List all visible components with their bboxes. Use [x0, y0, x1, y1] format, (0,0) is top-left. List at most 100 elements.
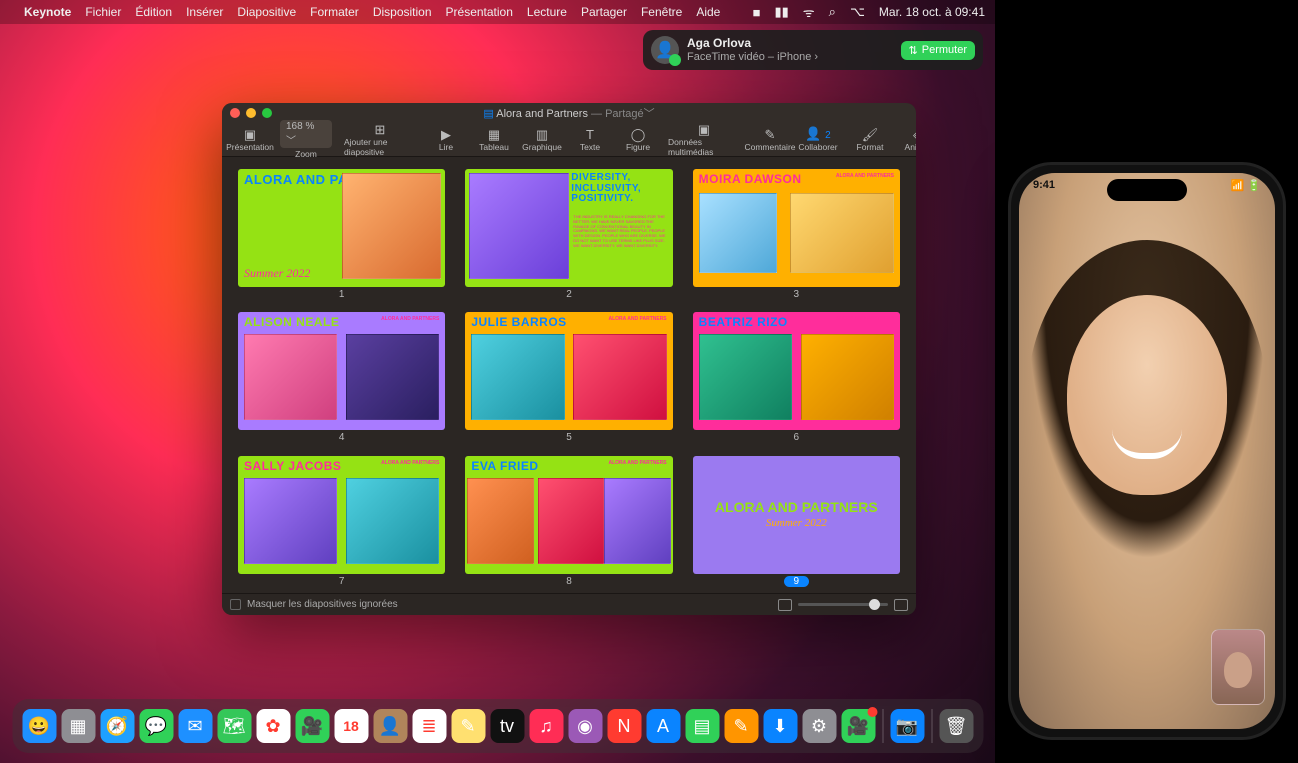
- permuter-button[interactable]: ⇅ Permuter: [901, 41, 975, 60]
- slide-tag: ALORA AND PARTNERS: [609, 316, 667, 322]
- control-center-icon[interactable]: ⌥: [850, 4, 865, 20]
- menu-fenetre[interactable]: Fenêtre: [641, 5, 682, 19]
- format-button[interactable]: 🖌 Format: [848, 125, 892, 155]
- fullscreen-button[interactable]: [262, 108, 272, 118]
- menu-aide[interactable]: Aide: [696, 5, 720, 19]
- add-slide-button[interactable]: ⊞ Ajouter une diapositive: [340, 125, 420, 155]
- spotlight-icon[interactable]: ⌕: [829, 4, 836, 20]
- dock-app-calendar[interactable]: 18: [334, 709, 368, 743]
- dock-app-mail[interactable]: ✉︎: [178, 709, 212, 743]
- menu-diapositive[interactable]: Diapositive: [237, 5, 296, 19]
- window-title: ▤ Alora and Partners — Partagé﹀: [222, 105, 916, 121]
- slide-thumb[interactable]: MOIRA DAWSON ALORA AND PARTNERS: [693, 169, 900, 287]
- traffic-lights: [230, 108, 272, 118]
- hide-skipped-checkbox[interactable]: [230, 599, 241, 610]
- dock-app-notes[interactable]: ✎: [451, 709, 485, 743]
- menu-disposition[interactable]: Disposition: [373, 5, 432, 19]
- dropdown-icon[interactable]: ﹀: [644, 108, 655, 120]
- slide-cell-7[interactable]: SALLY JACOBS ALORA AND PARTNERS 7: [238, 456, 445, 589]
- menu-edition[interactable]: Édition: [135, 5, 172, 19]
- app-menu[interactable]: Keynote: [24, 5, 71, 19]
- table-button[interactable]: ▦ Tableau: [472, 125, 516, 155]
- menu-partager[interactable]: Partager: [581, 5, 627, 19]
- dock-app-appstore[interactable]: A: [646, 709, 680, 743]
- dock-app-messages[interactable]: 💬: [139, 709, 173, 743]
- slide-thumb[interactable]: DIVERSITY, INCLUSIVITY, POSITIVITY. THE …: [465, 169, 672, 287]
- play-button[interactable]: ▶ Lire: [424, 125, 468, 155]
- slide-thumb[interactable]: BEATRIZ RIZO ALORA AND PARTNERS: [693, 312, 900, 430]
- close-button[interactable]: [230, 108, 240, 118]
- collaborate-button[interactable]: 👤 2 Collaborer: [796, 125, 840, 155]
- menubar-clock[interactable]: Mar. 18 oct. à 09:41: [879, 5, 985, 19]
- large-view-icon[interactable]: [894, 599, 908, 611]
- menu-presentation[interactable]: Présentation: [446, 5, 513, 19]
- photo-placeholder: [471, 334, 564, 420]
- grid-view-icon[interactable]: [778, 599, 792, 611]
- slide-cell-5[interactable]: JULIE BARROS ALORA AND PARTNERS 5: [465, 312, 672, 445]
- dock-app-safari[interactable]: 🧭: [100, 709, 134, 743]
- text-button[interactable]: T Texte: [568, 125, 612, 155]
- media-button[interactable]: ▣ Données multimédias: [664, 125, 744, 155]
- dock-app-reminders[interactable]: ≣: [412, 709, 446, 743]
- slide-thumb[interactable]: SALLY JACOBS ALORA AND PARTNERS: [238, 456, 445, 574]
- dock-app-podcasts[interactable]: ◉: [568, 709, 602, 743]
- slide-cell-9[interactable]: ALORA AND PARTNERS Summer 2022 9: [693, 456, 900, 589]
- facetime-pip-self-view[interactable]: [1211, 629, 1265, 705]
- slide-cell-8[interactable]: EVA FRIED ALORA AND PARTNERS 8: [465, 456, 672, 589]
- dock-app-news[interactable]: N: [607, 709, 641, 743]
- menu-formater[interactable]: Formater: [310, 5, 359, 19]
- slide-cell-1[interactable]: ALORA AND PARTNERS Summer 2022 1: [238, 169, 445, 302]
- dock-app-numbers[interactable]: ▤: [685, 709, 719, 743]
- collaborate-label: Collaborer: [798, 142, 837, 152]
- play-label: Lire: [439, 142, 453, 152]
- dock-app-finder[interactable]: 😀: [22, 709, 56, 743]
- comment-button[interactable]: ✎ Commentaire: [748, 125, 792, 155]
- dock-separator: [882, 709, 883, 743]
- camera-icon[interactable]: ■: [753, 5, 761, 20]
- dock-app-facetime2[interactable]: 🎥: [841, 709, 875, 743]
- slide-cell-4[interactable]: ALISON NEALE ALORA AND PARTNERS 4: [238, 312, 445, 445]
- dock-app-music[interactable]: ♫: [529, 709, 563, 743]
- slide-thumb[interactable]: JULIE BARROS ALORA AND PARTNERS: [465, 312, 672, 430]
- slide-cell-2[interactable]: DIVERSITY, INCLUSIVITY, POSITIVITY. THE …: [465, 169, 672, 302]
- slide-thumb[interactable]: ALISON NEALE ALORA AND PARTNERS: [238, 312, 445, 430]
- handoff-notification[interactable]: 👤 Aga Orlova FaceTime vidéo – iPhone › ⇅…: [643, 30, 983, 70]
- battery-icon[interactable]: ▮▮: [774, 4, 788, 20]
- text-label: Texte: [580, 142, 600, 152]
- dock-app-store[interactable]: ⬇︎: [763, 709, 797, 743]
- slide-subtitle: Summer 2022: [766, 517, 827, 529]
- dock-app-camera[interactable]: 📷: [890, 709, 924, 743]
- zoom-control[interactable]: 168 % ﹀ Zoom: [276, 125, 336, 155]
- zoom-value: 168 %: [286, 121, 314, 132]
- dock-app-maps[interactable]: 🗺: [217, 709, 251, 743]
- menu-fichier[interactable]: Fichier: [85, 5, 121, 19]
- wifi-icon[interactable]: ᯤ: [803, 3, 815, 21]
- slide-cell-3[interactable]: MOIRA DAWSON ALORA AND PARTNERS 3: [693, 169, 900, 302]
- slide-tag: ALORA AND PARTNERS: [836, 173, 894, 179]
- chart-button[interactable]: ▥ Graphique: [520, 125, 564, 155]
- slide-thumb[interactable]: EVA FRIED ALORA AND PARTNERS: [465, 456, 672, 574]
- dock-app-trash[interactable]: 🗑: [939, 709, 973, 743]
- animate-button[interactable]: ◈ Animer: [896, 125, 916, 155]
- doc-icon: ▤: [483, 108, 493, 120]
- caller-name: Aga Orlova: [687, 36, 901, 50]
- dock-app-pages[interactable]: ✎: [724, 709, 758, 743]
- slide-cell-6[interactable]: BEATRIZ RIZO ALORA AND PARTNERS 6: [693, 312, 900, 445]
- dock-app-launchpad[interactable]: ▦: [61, 709, 95, 743]
- dock-app-settings[interactable]: ⚙︎: [802, 709, 836, 743]
- menu-lecture[interactable]: Lecture: [527, 5, 567, 19]
- slide-thumb[interactable]: ALORA AND PARTNERS Summer 2022: [238, 169, 445, 287]
- dock-app-facetime[interactable]: 🎥: [295, 709, 329, 743]
- menubar: Keynote Fichier Édition Insérer Diaposit…: [0, 0, 995, 24]
- dock-app-photos[interactable]: ✿: [256, 709, 290, 743]
- minimize-button[interactable]: [246, 108, 256, 118]
- dock-app-tv[interactable]: tv: [490, 709, 524, 743]
- shape-button[interactable]: ◯ Figure: [616, 125, 660, 155]
- view-button[interactable]: ▣ Présentation: [228, 125, 272, 155]
- slide-thumb[interactable]: ALORA AND PARTNERS Summer 2022: [693, 456, 900, 574]
- dock-app-contacts[interactable]: 👤: [373, 709, 407, 743]
- slide-light-table[interactable]: ALORA AND PARTNERS Summer 2022 1 DIVERSI…: [222, 157, 916, 593]
- slide-title: MOIRA DAWSON: [699, 173, 844, 186]
- zoom-slider[interactable]: [798, 603, 888, 606]
- menu-inserer[interactable]: Insérer: [186, 5, 223, 19]
